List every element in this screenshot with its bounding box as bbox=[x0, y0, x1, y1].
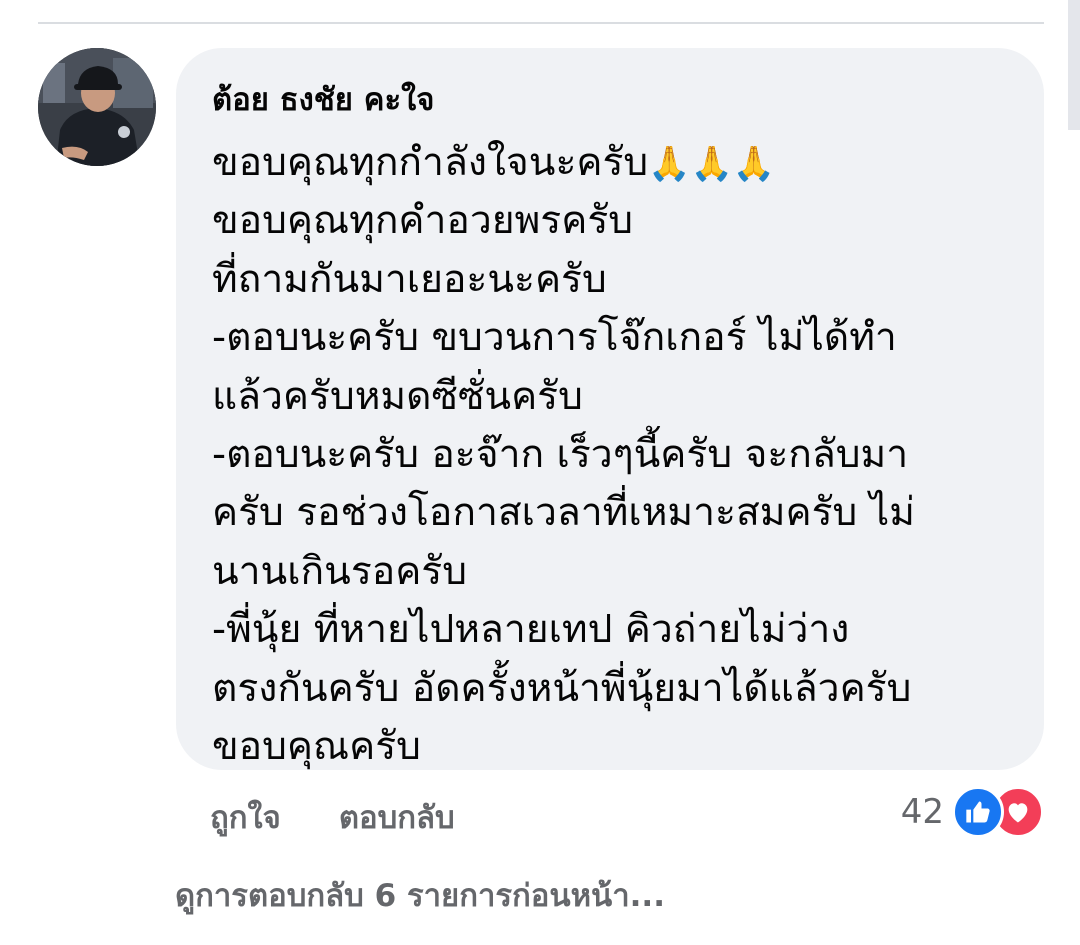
scrollbar[interactable] bbox=[1068, 0, 1080, 130]
comment-actions: ถูกใจ ตอบกลับ bbox=[210, 792, 455, 842]
comment-thread: ต้อย ธงชัย คะใจ ขอบคุณทุกกำลังใจนะครับ🙏🙏… bbox=[0, 0, 1080, 945]
comment-line: ตรงกันครับ อัดครั้งหน้าพี่นุ้ยมาได้แล้วค… bbox=[212, 665, 912, 711]
reply-button[interactable]: ตอบกลับ bbox=[339, 792, 455, 842]
comment-author[interactable]: ต้อย ธงชัย คะใจ bbox=[212, 74, 434, 124]
view-previous-replies-link[interactable]: ดูการตอบกลับ 6 รายการก่อนหน้า... bbox=[175, 870, 665, 920]
comment-line: -ตอบนะครับ ขบวนการโจ๊กเกอร์ ไม่ได้ทำ bbox=[212, 315, 897, 361]
like-icon bbox=[952, 786, 1004, 838]
comment-line: ขอบคุณทุกคำอวยพรครับ bbox=[212, 198, 634, 244]
like-button[interactable]: ถูกใจ bbox=[210, 792, 281, 842]
comment-line: -พี่นุ้ย ที่หายไปหลายเทป คิวถ่ายไม่ว่าง bbox=[212, 607, 850, 653]
divider bbox=[38, 22, 1044, 24]
comment-line: ขอบคุณครับ bbox=[212, 723, 421, 769]
comment-body: ขอบคุณทุกกำลังใจนะครับ🙏🙏🙏 ขอบคุณทุกคำอวย… bbox=[212, 134, 1032, 776]
comment-line: แล้วครับหมดซีซั่นครับ bbox=[212, 373, 583, 419]
avatar-photo bbox=[38, 48, 156, 166]
comment-line: ขอบคุณทุกกำลังใจนะครับ🙏🙏🙏 bbox=[212, 134, 1032, 192]
comment-line: -ตอบนะครับ อะจ๊าก เร็วๆนี้ครับ จะกลับมา bbox=[212, 431, 909, 477]
comment-line: ที่ถามกันมาเยอะนะครับ bbox=[212, 256, 607, 302]
avatar[interactable] bbox=[38, 48, 156, 166]
praying-hands-icon: 🙏🙏🙏 bbox=[648, 144, 776, 184]
reaction-count: 42 bbox=[900, 792, 944, 832]
comment-bubble: ต้อย ธงชัย คะใจ ขอบคุณทุกกำลังใจนะครับ🙏🙏… bbox=[176, 48, 1044, 770]
comment-line: ครับ รอช่วงโอกาสเวลาที่เหมาะสมครับ ไม่ bbox=[212, 490, 916, 536]
comment-line-text: ขอบคุณทุกกำลังใจนะครับ bbox=[212, 140, 649, 185]
reaction-summary[interactable]: 42 bbox=[901, 786, 1044, 838]
comment-line: นานเกินรอครับ bbox=[212, 548, 467, 594]
